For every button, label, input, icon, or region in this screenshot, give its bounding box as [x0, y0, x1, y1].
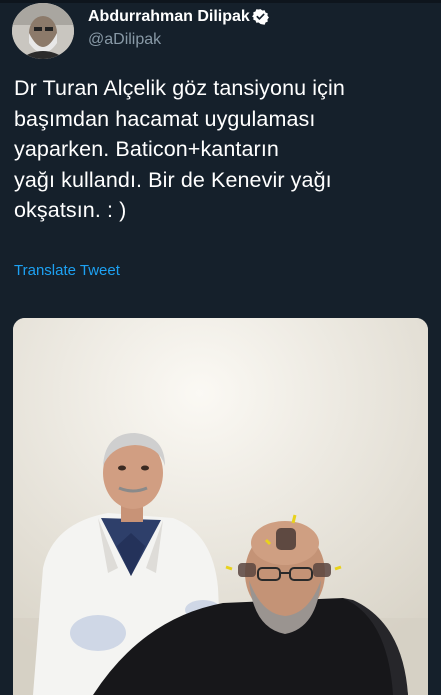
tweet-photo[interactable] — [13, 318, 428, 695]
avatar[interactable] — [12, 3, 74, 59]
author-name[interactable]: Abdurrahman Dilipak — [88, 8, 250, 26]
tweet-text-line: başımdan hacamat uygulaması — [14, 106, 316, 131]
author-handle[interactable]: @aDilipak — [88, 31, 161, 49]
tweet-text-line: Dr Turan Alçelik göz tansiyonu için — [14, 76, 345, 100]
tweet-text-line: okşatsın. : ) — [14, 198, 127, 222]
tweet-text-line: yağı kullandı. Bir de Kenevir yağı — [14, 167, 332, 192]
verified-badge-icon — [252, 9, 269, 25]
tweet-text-line: yaparken. Baticon+kantarın — [14, 137, 279, 161]
tweet-text: Dr Turan Alçelik göz tansiyonu için başı… — [14, 73, 429, 226]
translate-tweet-link[interactable]: Translate Tweet — [14, 262, 120, 279]
tweet-header: Abdurrahman Dilipak @aDilipak — [0, 0, 441, 64]
